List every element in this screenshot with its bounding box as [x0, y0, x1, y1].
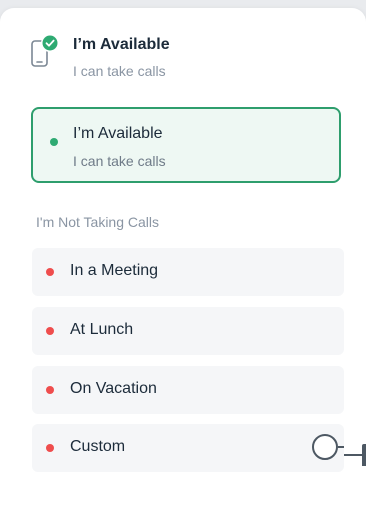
option-label: Custom	[70, 438, 126, 455]
drag-handle-knob[interactable]	[312, 434, 338, 460]
drag-handle-connector-extension	[344, 454, 362, 456]
available-option[interactable]: I’m Available I can take calls	[31, 107, 341, 183]
current-status-subtitle: I can take calls	[73, 63, 166, 79]
unavailable-status-dot	[46, 444, 54, 452]
unavailable-status-dot	[46, 327, 54, 335]
option-label: At Lunch	[70, 321, 134, 338]
option-label: In a Meeting	[70, 262, 159, 279]
status-panel: I’m Available I can take calls I’m Avail…	[0, 8, 366, 518]
option-label: On Vacation	[70, 380, 157, 397]
option-in-a-meeting[interactable]: In a Meeting	[32, 248, 344, 296]
option-on-vacation[interactable]: On Vacation	[32, 366, 344, 414]
option-custom[interactable]: Custom	[32, 424, 344, 472]
not-taking-calls-heading: I'm Not Taking Calls	[36, 214, 160, 230]
available-status-dot	[50, 138, 58, 146]
current-status-header: I’m Available I can take calls	[30, 34, 350, 82]
unavailable-status-dot	[46, 268, 54, 276]
drag-handle-connector	[338, 446, 344, 448]
current-status-title: I’m Available	[73, 36, 170, 53]
available-option-subtitle: I can take calls	[73, 153, 166, 169]
unavailable-status-dot	[46, 386, 54, 394]
available-option-title: I’m Available	[73, 125, 163, 142]
drag-handle-edge	[362, 444, 366, 466]
option-at-lunch[interactable]: At Lunch	[32, 307, 344, 355]
phone-check-icon	[30, 34, 62, 68]
